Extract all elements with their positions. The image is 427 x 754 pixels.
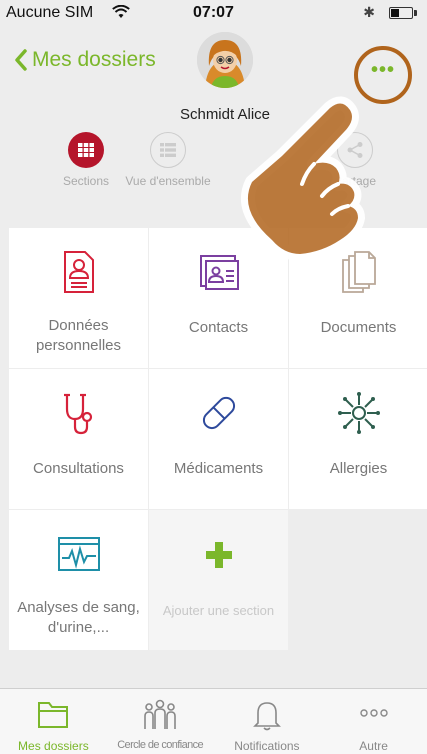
tab-other[interactable]: Autre	[320, 689, 427, 754]
user-name: Schmidt Alice	[179, 106, 271, 123]
back-button[interactable]: Mes dossiers	[14, 48, 156, 72]
overview-tab-circle	[150, 132, 186, 168]
section-tile-allergies[interactable]: Allergies	[289, 369, 427, 509]
sharing-tab-circle	[337, 132, 373, 168]
more-options-button[interactable]: •••	[354, 46, 412, 104]
tab-notifications[interactable]: Notifications	[214, 689, 321, 754]
documents-icon	[341, 251, 376, 293]
section-label: Médicaments	[173, 460, 264, 477]
add-section-label: Ajouter une section	[162, 603, 275, 618]
section-label: Documents	[320, 319, 397, 336]
folder-icon	[38, 702, 69, 728]
bluetooth-icon: ✱	[363, 4, 375, 20]
more-dots-icon: •••	[370, 59, 395, 81]
header: Mes dossiers Schmidt Alice ••• Sections …	[0, 26, 427, 226]
tab-label: Notifications	[234, 739, 300, 753]
bottom-tab-bar: Mes dossiers Cercle de confiance Notific…	[0, 688, 427, 754]
battery-icon	[389, 7, 413, 19]
section-label: Données personnelles	[35, 317, 122, 354]
section-tile-lab-analyses[interactable]: Analyses de sang, d'urine,...	[9, 510, 148, 650]
section-tile-consultations[interactable]: Consultations	[9, 369, 148, 509]
tab-sharing[interactable]: Partage	[305, 132, 405, 189]
section-tile-personal-data[interactable]: Données personnelles	[9, 228, 148, 368]
personal-data-icon	[63, 251, 94, 293]
stethoscope-icon	[63, 393, 92, 435]
overview-tab-label: Vue d'ensemble	[125, 174, 211, 188]
contacts-icon	[199, 255, 239, 290]
avatar-image	[197, 32, 253, 88]
battery-tip	[414, 10, 417, 16]
section-tile-contacts[interactable]: Contacts	[149, 228, 288, 368]
section-label: Analyses de sang, d'urine,...	[17, 599, 140, 636]
section-label: Contacts	[188, 319, 249, 336]
bell-icon	[252, 702, 281, 731]
back-label: Mes dossiers	[32, 48, 156, 71]
add-section-button[interactable]: Ajouter une section	[149, 510, 288, 650]
sections-grid: Données personnelles Contacts Documents …	[9, 228, 427, 650]
tab-label: Mes dossiers	[18, 739, 89, 753]
section-tile-documents[interactable]: Documents	[289, 228, 427, 368]
sections-tab-circle	[68, 132, 104, 168]
tab-label: Cercle de confiance	[117, 739, 204, 751]
grid-icon	[78, 143, 94, 157]
allergy-icon	[337, 392, 380, 434]
more-icon	[359, 709, 388, 717]
pill-icon	[202, 396, 235, 430]
sharing-tab-label: Partage	[333, 174, 377, 188]
section-label: Consultations	[33, 460, 124, 477]
tab-trusted-circle[interactable]: Cercle de confiance	[107, 689, 214, 754]
list-icon	[160, 143, 176, 157]
chevron-left-icon	[15, 49, 27, 71]
share-icon	[347, 142, 363, 158]
section-label: Allergies	[329, 460, 388, 477]
lab-monitor-icon	[57, 537, 100, 571]
tab-my-folders[interactable]: Mes dossiers	[0, 689, 107, 754]
avatar[interactable]	[197, 32, 253, 88]
tab-overview[interactable]: Vue d'ensemble	[118, 132, 218, 189]
plus-icon	[205, 542, 232, 568]
section-tile-medications[interactable]: Médicaments	[149, 369, 288, 509]
tab-label: Autre	[359, 739, 388, 753]
empty-tile	[289, 510, 427, 650]
status-bar: Aucune SIM 07:07 ✱	[0, 0, 427, 26]
people-icon	[144, 699, 176, 729]
